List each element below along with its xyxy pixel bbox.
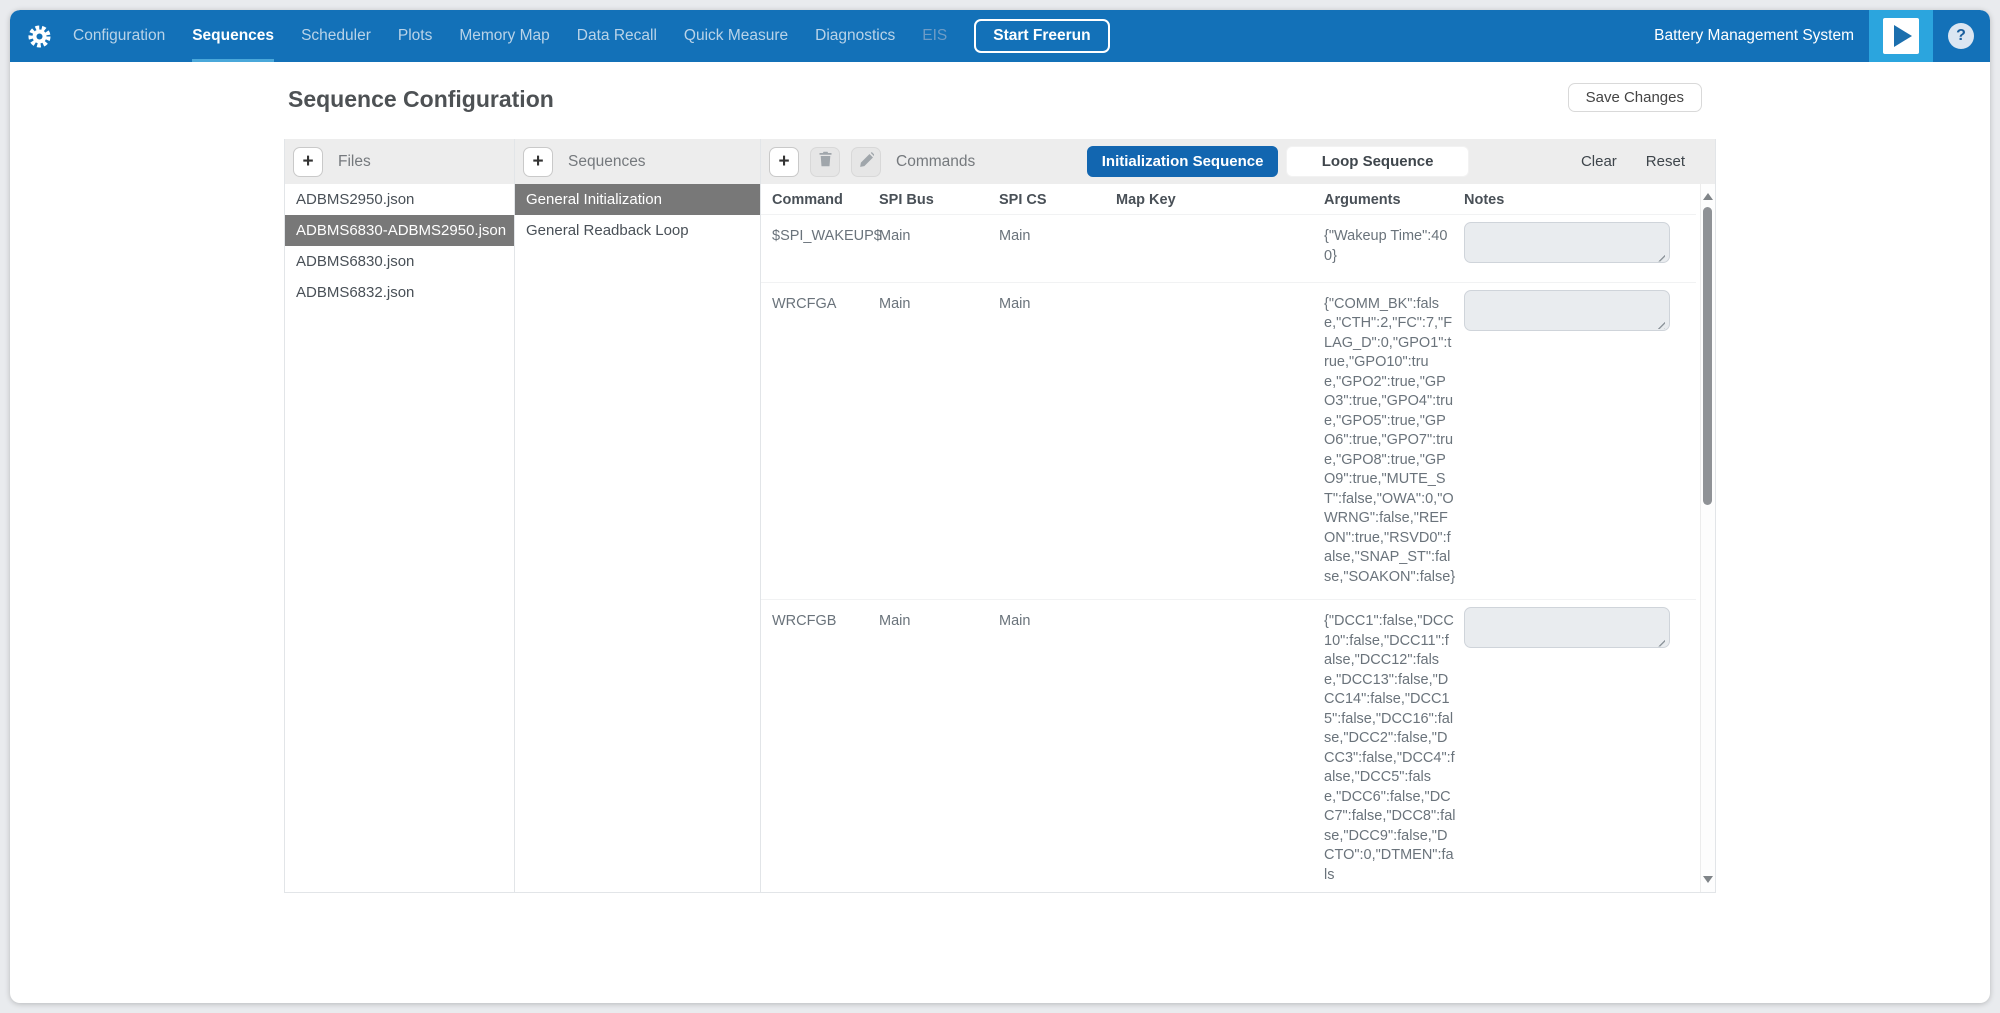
sequences-panel: + Sequences General Initialization Gener… xyxy=(515,139,761,892)
sequence-type-tabs: Initialization Sequence Loop Sequence xyxy=(1087,146,1469,177)
sequence-list-item[interactable]: General Readback Loop xyxy=(515,215,760,246)
cell-command: WRCFGA xyxy=(761,282,879,600)
column-header-map-key: Map Key xyxy=(1116,184,1324,215)
top-navbar: Configuration Sequences Scheduler Plots … xyxy=(10,10,1990,62)
delete-command-button[interactable] xyxy=(810,147,840,177)
reset-button[interactable]: Reset xyxy=(1646,153,1685,170)
add-sequence-button[interactable]: + xyxy=(523,147,553,177)
vertical-scrollbar[interactable] xyxy=(1700,184,1715,892)
plus-icon: + xyxy=(532,151,543,173)
notes-textarea[interactable] xyxy=(1464,607,1670,648)
cell-spi-cs: Main xyxy=(999,282,1116,600)
plus-icon: + xyxy=(302,151,313,173)
command-row[interactable]: $SPI_WAKEUP$ Main Main {"Wakeup Time":40… xyxy=(761,215,1696,283)
commands-actions: Clear Reset xyxy=(1581,153,1707,170)
files-panel-label: Files xyxy=(338,153,371,171)
column-header-spi-cs: SPI CS xyxy=(999,184,1116,215)
notes-textarea[interactable] xyxy=(1464,222,1670,263)
cell-map-key xyxy=(1116,282,1324,600)
sequences-list: General Initialization General Readback … xyxy=(515,184,760,246)
settings-gear-icon[interactable] xyxy=(26,10,53,62)
commands-table-area: Command SPI Bus SPI CS Map Key Arguments… xyxy=(761,184,1715,892)
notes-textarea[interactable] xyxy=(1464,290,1670,331)
start-freerun-button[interactable]: Start Freerun xyxy=(974,19,1109,53)
column-header-arguments: Arguments xyxy=(1324,184,1464,215)
cell-spi-cs: Main xyxy=(999,600,1116,893)
nav-item-plots[interactable]: Plots xyxy=(398,10,432,62)
play-logo-icon xyxy=(1883,18,1919,54)
cell-arguments: {"DCC1":false,"DCC10":false,"DCC11":fals… xyxy=(1324,600,1464,893)
tab-loop-sequence[interactable]: Loop Sequence xyxy=(1286,146,1469,177)
sequences-panel-header: + Sequences xyxy=(515,139,760,184)
add-file-button[interactable]: + xyxy=(293,147,323,177)
cell-spi-bus: Main xyxy=(879,215,999,283)
app-window: Configuration Sequences Scheduler Plots … xyxy=(10,10,1990,1003)
add-command-button[interactable]: + xyxy=(769,147,799,177)
commands-panel-label: Commands xyxy=(896,153,975,171)
trash-icon xyxy=(818,151,833,173)
scrollbar-thumb[interactable] xyxy=(1703,207,1712,505)
nav-item-data-recall[interactable]: Data Recall xyxy=(577,10,657,62)
cell-spi-bus: Main xyxy=(879,600,999,893)
column-header-command: Command xyxy=(761,184,879,215)
file-list-item-selected[interactable]: ADBMS6830-ADBMS2950.json xyxy=(285,215,514,246)
file-list-item[interactable]: ADBMS6830.json xyxy=(285,246,514,277)
plus-icon: + xyxy=(778,151,789,173)
cell-arguments: {"Wakeup Time":400} xyxy=(1324,215,1464,283)
help-icon[interactable]: ? xyxy=(1948,23,1974,49)
nav-item-sequences[interactable]: Sequences xyxy=(192,10,274,62)
cell-arguments: {"COMM_BK":false,"CTH":2,"FC":7,"FLAG_D"… xyxy=(1324,282,1464,600)
commands-table: Command SPI Bus SPI CS Map Key Arguments… xyxy=(761,184,1696,892)
clear-button[interactable]: Clear xyxy=(1581,153,1617,170)
cell-command: WRCFGB xyxy=(761,600,879,893)
files-panel: + Files ADBMS2950.json ADBMS6830-ADBMS29… xyxy=(285,139,515,892)
sequence-list-item-selected[interactable]: General Initialization xyxy=(515,184,760,215)
nav-item-quick-measure[interactable]: Quick Measure xyxy=(684,10,788,62)
app-logo xyxy=(1869,10,1933,62)
save-changes-button[interactable]: Save Changes xyxy=(1568,83,1702,112)
nav-menu: Configuration Sequences Scheduler Plots … xyxy=(73,10,947,62)
tab-initialization-sequence[interactable]: Initialization Sequence xyxy=(1087,146,1278,177)
navbar-right: Battery Management System ? xyxy=(1654,10,1990,62)
cell-command: $SPI_WAKEUP$ xyxy=(761,215,879,283)
file-list-item[interactable]: ADBMS6832.json xyxy=(285,277,514,308)
app-brand-title: Battery Management System xyxy=(1654,27,1854,45)
file-list-item[interactable]: ADBMS2950.json xyxy=(285,184,514,215)
page-title: Sequence Configuration xyxy=(288,86,554,113)
nav-item-eis: EIS xyxy=(922,10,947,62)
commands-toolbar: + xyxy=(769,147,881,177)
sequence-config-panels: + Files ADBMS2950.json ADBMS6830-ADBMS29… xyxy=(284,139,1716,893)
cell-map-key xyxy=(1116,600,1324,893)
commands-panel: + xyxy=(761,139,1715,892)
scroll-down-arrow-icon[interactable] xyxy=(1703,876,1713,883)
nav-item-diagnostics[interactable]: Diagnostics xyxy=(815,10,895,62)
edit-command-button[interactable] xyxy=(851,147,881,177)
nav-item-memory-map[interactable]: Memory Map xyxy=(459,10,549,62)
sequences-panel-label: Sequences xyxy=(568,153,646,171)
cell-map-key xyxy=(1116,215,1324,283)
commands-panel-header: + xyxy=(761,139,1715,184)
pencil-icon xyxy=(859,151,874,173)
column-header-notes: Notes xyxy=(1464,184,1696,215)
cell-notes xyxy=(1464,282,1696,600)
scroll-up-arrow-icon[interactable] xyxy=(1703,193,1713,200)
files-list: ADBMS2950.json ADBMS6830-ADBMS2950.json … xyxy=(285,184,514,308)
cell-notes xyxy=(1464,600,1696,893)
cell-spi-bus: Main xyxy=(879,282,999,600)
nav-item-configuration[interactable]: Configuration xyxy=(73,10,165,62)
cell-spi-cs: Main xyxy=(999,215,1116,283)
column-header-spi-bus: SPI Bus xyxy=(879,184,999,215)
command-row[interactable]: WRCFGA Main Main {"COMM_BK":false,"CTH":… xyxy=(761,282,1696,600)
nav-item-scheduler[interactable]: Scheduler xyxy=(301,10,371,62)
files-panel-header: + Files xyxy=(285,139,514,184)
cell-notes xyxy=(1464,215,1696,283)
commands-table-header-row: Command SPI Bus SPI CS Map Key Arguments… xyxy=(761,184,1696,215)
command-row[interactable]: WRCFGB Main Main {"DCC1":false,"DCC10":f… xyxy=(761,600,1696,893)
